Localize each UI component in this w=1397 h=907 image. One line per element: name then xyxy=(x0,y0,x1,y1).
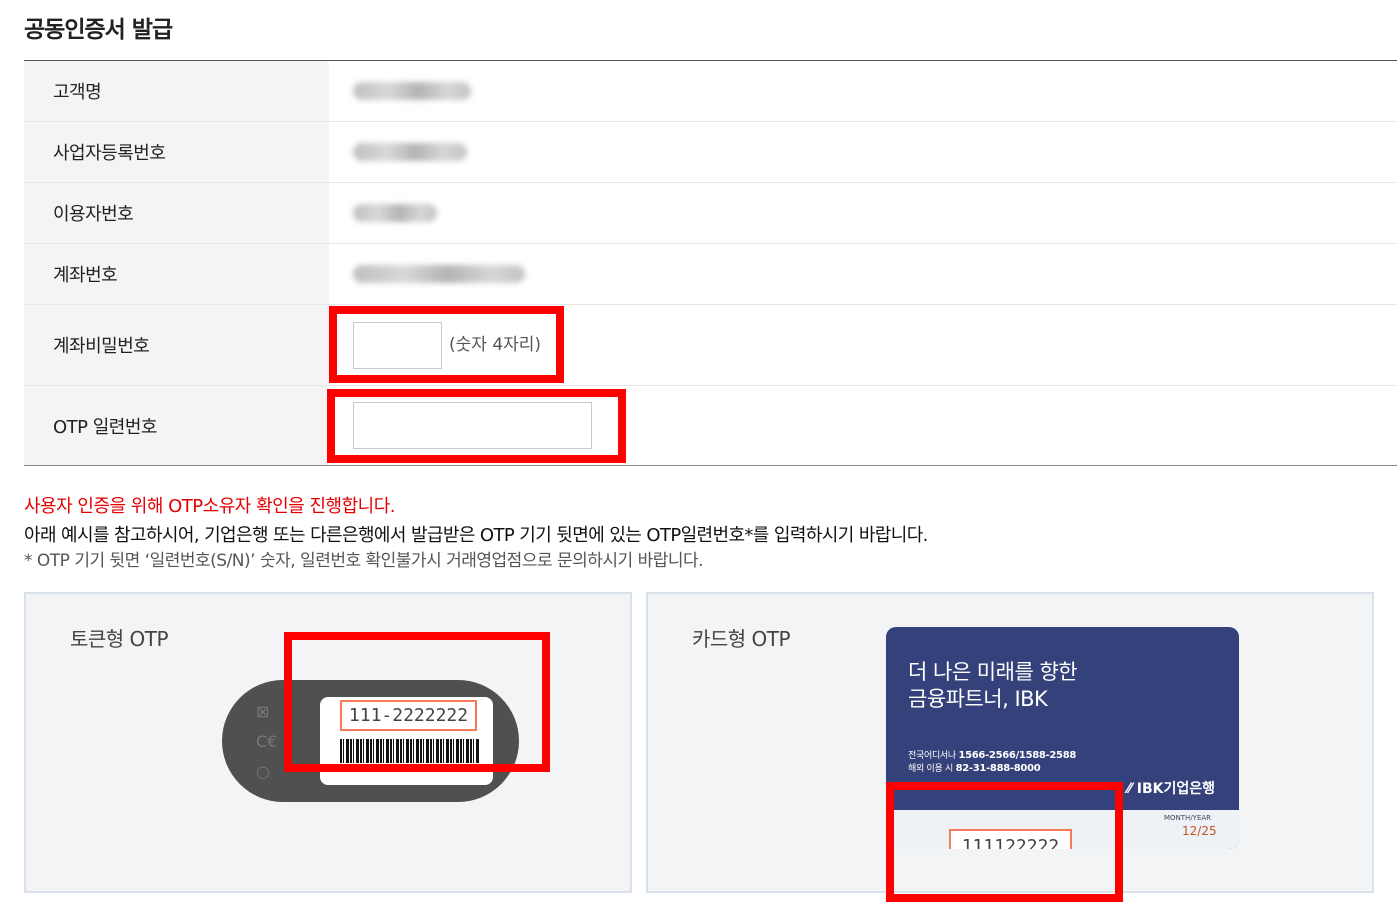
blurred-value xyxy=(353,265,525,283)
card-expiry: 12/25 xyxy=(1182,824,1217,838)
blurred-value xyxy=(353,143,467,161)
value-business-number xyxy=(329,122,1397,182)
value-user-number xyxy=(329,183,1397,243)
ce-mark-icon: C€ xyxy=(256,732,278,751)
card-otp-example-panel: 카드형 OTP 더 나은 미래를 향한 금융파트너, IBK 전국어디서나 15… xyxy=(646,592,1374,902)
token-otp-example-panel: 토큰형 OTP ⊠ C€ ○ 111-2222222 xyxy=(24,592,632,893)
issue-form-table: 고객명 사업자등록번호 이용자번호 계좌번호 계좌비밀번호 (숫자 4자리) O… xyxy=(24,60,1397,466)
card-otp-image: 더 나은 미래를 향한 금융파트너, IBK 전국어디서나 1566-2566/… xyxy=(886,627,1239,849)
notice-red: 사용자 인증을 위해 OTP소유자 확인을 진행합니다. xyxy=(24,496,396,517)
account-password-input[interactable] xyxy=(353,321,442,369)
value-account-password: (숫자 4자리) xyxy=(329,305,1397,385)
token-otp-device-image: ⊠ C€ ○ 111-2222222 xyxy=(222,680,519,802)
card-serial-number: 111122222 xyxy=(949,829,1072,849)
label-account-password: 계좌비밀번호 xyxy=(24,305,329,385)
label-otp-serial: OTP 일련번호 xyxy=(24,386,329,465)
card-slogan-line2: 금융파트너, IBK xyxy=(908,687,1048,711)
row-business-number: 사업자등록번호 xyxy=(24,122,1397,183)
circle-mark-icon: ○ xyxy=(256,762,270,781)
notice-sub: * OTP 기기 뒷면 ‘일련번호(S/N)’ 숫자, 일련번호 확인불가시 거… xyxy=(24,551,704,571)
card-bottom-strip: 111122222 MONTH/YEAR 12/25 xyxy=(886,810,1239,849)
label-user-number: 이용자번호 xyxy=(24,183,329,243)
password-hint: (숫자 4자리) xyxy=(449,334,542,355)
card-phone-overseas-number: 82-31-888-8000 xyxy=(955,763,1041,774)
card-phone-overseas: 해외 이용 시 82-31-888-8000 xyxy=(908,761,1041,774)
label-customer-name: 고객명 xyxy=(24,61,329,121)
ibk-logo-text: IBK기업은행 xyxy=(1136,781,1215,797)
token-otp-title: 토큰형 OTP xyxy=(70,627,169,651)
blurred-value xyxy=(353,82,471,100)
blurred-value xyxy=(353,204,437,222)
token-serial-label: 111-2222222 xyxy=(320,697,493,785)
card-otp-title: 카드형 OTP xyxy=(692,627,791,651)
token-serial-number: 111-2222222 xyxy=(340,700,477,731)
recycle-mark-icon: ⊠ xyxy=(256,702,270,721)
token-label-footer xyxy=(320,769,493,783)
card-slogan: 더 나은 미래를 향한 금융파트너, IBK xyxy=(908,659,1078,713)
ibk-logo-icon: ⁄⁄ xyxy=(1127,781,1137,797)
barcode-icon xyxy=(340,739,480,763)
page-title: 공동인증서 발급 xyxy=(24,17,173,43)
card-slogan-line1: 더 나은 미래를 향한 xyxy=(908,660,1078,684)
row-otp-serial: OTP 일련번호 xyxy=(24,386,1397,465)
row-account-password: 계좌비밀번호 (숫자 4자리) xyxy=(24,305,1397,386)
card-phone-overseas-label: 해외 이용 시 xyxy=(908,764,954,774)
card-phone-domestic: 전국어디서나 1566-2566/1588-2588 xyxy=(908,748,1076,761)
value-account-number xyxy=(329,244,1397,304)
row-account-number: 계좌번호 xyxy=(24,244,1397,305)
otp-serial-input[interactable] xyxy=(353,402,592,449)
label-account-number: 계좌번호 xyxy=(24,244,329,304)
label-business-number: 사업자등록번호 xyxy=(24,122,329,182)
ibk-logo: ⁄⁄ IBK기업은행 xyxy=(1127,778,1215,798)
value-otp-serial xyxy=(329,386,1397,465)
card-phone-domestic-label: 전국어디서나 xyxy=(908,751,956,761)
notice-main: 아래 예시를 참고하시어, 기업은행 또는 다른은행에서 발급받은 OTP 기기… xyxy=(24,525,928,546)
row-customer-name: 고객명 xyxy=(24,61,1397,122)
row-user-number: 이용자번호 xyxy=(24,183,1397,244)
card-phone-domestic-number: 1566-2566/1588-2588 xyxy=(958,750,1077,761)
value-customer-name xyxy=(329,61,1397,121)
card-month-year-label: MONTH/YEAR xyxy=(1164,814,1212,822)
